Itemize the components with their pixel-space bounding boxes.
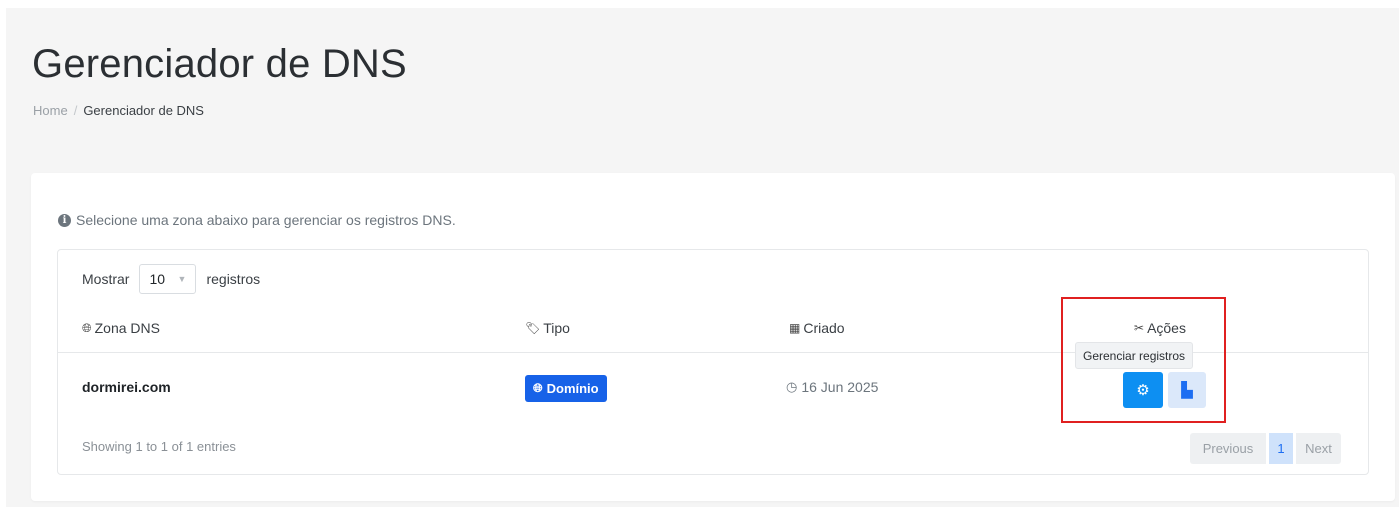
column-header-actions: ✂ Ações [1134, 320, 1186, 336]
tag-icon: 🏷︎ [525, 321, 541, 335]
type-badge-label: Domínio [546, 381, 599, 396]
info-text: Selecione uma zona abaixo para gerenciar… [76, 212, 456, 228]
page-length-select[interactable]: 10 ▼ [139, 264, 197, 294]
pagination-previous[interactable]: Previous [1190, 433, 1266, 464]
length-suffix-label: registros [206, 271, 261, 287]
dns-zones-table: Mostrar 10 ▼ registros 🌐︎ Zona DNS 🏷︎ Ti… [57, 249, 1369, 475]
pagination-next[interactable]: Next [1296, 433, 1341, 464]
column-header-type[interactable]: 🏷︎ Tipo [525, 320, 570, 336]
column-header-type-label: Tipo [543, 320, 570, 336]
column-header-actions-label: Ações [1147, 320, 1186, 336]
breadcrumb-separator: / [73, 103, 78, 118]
cogs-icon: ⚙ [1136, 382, 1150, 399]
length-prefix-label: Mostrar [82, 271, 130, 287]
page-title: Gerenciador de DNS [32, 42, 407, 86]
tools-icon: ✂ [1134, 321, 1145, 335]
info-circle-icon: i [58, 213, 71, 227]
breadcrumb-home-link[interactable]: Home [33, 103, 68, 118]
type-badge: 🌐︎ Domínio [525, 375, 607, 402]
info-message: i Selecione uma zona abaixo para gerenci… [58, 212, 456, 228]
page-length-value: 10 [149, 271, 166, 287]
calendar-icon: ▦ [789, 321, 801, 335]
column-header-zone-label: Zona DNS [94, 320, 160, 336]
breadcrumb-current: Gerenciador de DNS [83, 103, 204, 118]
table-info: Showing 1 to 1 of 1 entries [82, 439, 236, 454]
page-background: Gerenciador de DNS Home / Gerenciador de… [6, 8, 1399, 507]
dns-zones-card: i Selecione uma zona abaixo para gerenci… [31, 173, 1395, 501]
column-header-zone[interactable]: 🌐︎ Zona DNS [82, 320, 160, 336]
manage-records-button[interactable]: ⚙ [1123, 372, 1163, 408]
zone-name-cell: dormirei.com [82, 379, 171, 395]
globe-icon: 🌐︎ [82, 320, 92, 335]
pagination-page-1[interactable]: 1 [1269, 433, 1293, 464]
manage-records-tooltip: Gerenciar registros [1075, 342, 1194, 369]
column-header-created-label: Criado [803, 320, 845, 336]
column-header-created[interactable]: ▦ Criado [789, 320, 845, 336]
globe-icon: 🌐︎ [533, 381, 543, 395]
export-zone-button[interactable]: ▙ [1168, 372, 1206, 408]
created-date-value: 16 Jun 2025 [801, 379, 879, 395]
table-length-control: Mostrar 10 ▼ registros [82, 264, 260, 294]
chevron-down-icon: ▼ [177, 274, 187, 284]
created-date-cell: ◷ 16 Jun 2025 [786, 379, 878, 395]
breadcrumb: Home / Gerenciador de DNS [33, 103, 204, 118]
file-export-icon: ▙ [1181, 382, 1193, 399]
clock-icon: ◷ [786, 379, 798, 394]
pagination: Previous 1 Next [1190, 433, 1341, 464]
